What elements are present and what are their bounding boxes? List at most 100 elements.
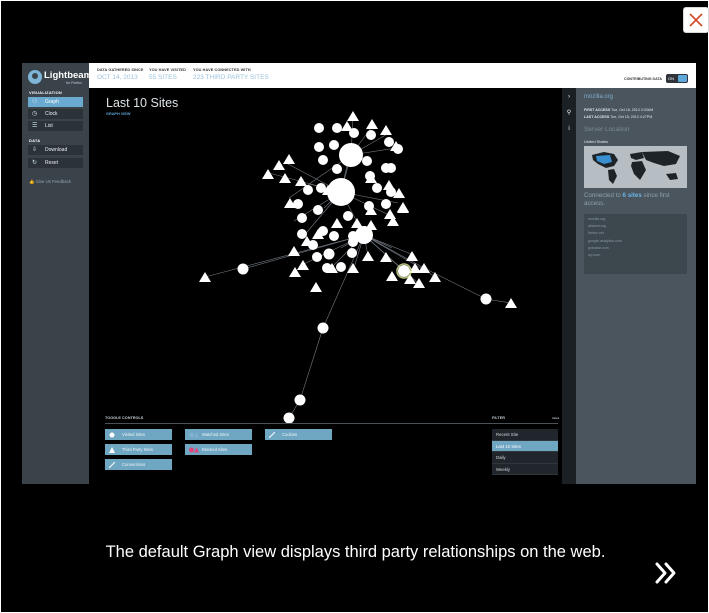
graph-node xyxy=(366,130,376,140)
graph-node xyxy=(397,203,409,213)
info-panel: › ⚲ i mozilla.org FIRST ACCESS Tue, Oct … xyxy=(562,88,696,484)
sidebar-item-graph[interactable]: ⚇ Graph xyxy=(28,97,83,107)
graph-node xyxy=(295,176,307,186)
server-country: United States xyxy=(584,139,609,144)
graph-icon: ⚇ xyxy=(32,99,38,105)
toggle-label: Watched Sites xyxy=(202,432,229,437)
graph-node xyxy=(380,252,392,262)
list-icon: ☰ xyxy=(32,123,38,129)
toggle-label: Blocked Sites xyxy=(202,447,228,452)
stat-label: YOU HAVE CONNECTED WITH xyxy=(193,68,251,72)
graph-view: Last 10 Sites GRAPH VIEW TOGGLE CONTROLS… xyxy=(89,88,562,484)
info-panel-tabs: › ⚲ i xyxy=(562,88,576,484)
toggle-connections[interactable]: Connections xyxy=(105,459,172,470)
graph-node xyxy=(429,272,441,282)
graph-node xyxy=(329,140,339,150)
graph-node xyxy=(386,271,398,281)
sidebar-item-label: List xyxy=(45,123,53,129)
stat-label: YOU HAVE VISITED xyxy=(149,68,186,72)
filter-option[interactable]: Weekly xyxy=(492,463,558,475)
toggle-label: Third Party Sites xyxy=(122,447,153,452)
graph-node xyxy=(283,412,295,424)
stats-bar: DATA GATHERED SINCE OCT 14, 2013 YOU HAV… xyxy=(89,63,696,88)
connected-summary: Connected to 6 sites since first access. xyxy=(584,192,692,208)
stat-visited: YOU HAVE VISITED 55 SITES xyxy=(149,68,186,81)
sidebar-item-clock[interactable]: ◷ Clock xyxy=(28,109,83,119)
graph-node xyxy=(237,263,249,275)
logo-text: Lightbeam xyxy=(44,70,93,81)
graph-node xyxy=(273,160,285,170)
sidebar-item-label: Reset xyxy=(45,160,59,166)
filter-heading: FILTER xyxy=(492,416,506,420)
graph-node xyxy=(343,211,353,221)
clock-icon: ◷ xyxy=(32,111,38,117)
list-item[interactable]: akamai.org xyxy=(588,224,687,228)
logo-subtext: for Firefox xyxy=(66,81,82,85)
toggle-cookies[interactable]: Cookies xyxy=(265,429,332,440)
graph-canvas[interactable] xyxy=(89,88,562,484)
graph-node xyxy=(347,263,359,273)
filter-option[interactable]: Daily xyxy=(492,452,558,464)
stat-value: 55 SITES xyxy=(149,74,177,81)
last-access-value: Tue, Oct 15, 2013 4:27PM xyxy=(610,115,653,119)
graph-node xyxy=(383,180,395,190)
first-access: FIRST ACCESS Tue, Oct 15, 2013 3:33AM xyxy=(584,108,653,112)
graph-node xyxy=(381,199,391,209)
toggle-label: ON xyxy=(668,76,674,81)
graph-node xyxy=(341,121,353,131)
graph-node xyxy=(314,142,324,152)
graph-node xyxy=(347,248,357,258)
list-item[interactable]: wp.com xyxy=(588,253,687,257)
toggle-watched-sites[interactable]: Watched Sites xyxy=(185,429,252,440)
graph-node xyxy=(332,123,342,133)
graph-node xyxy=(279,173,291,183)
graph-node xyxy=(365,220,377,230)
pin-icon[interactable]: ⚲ xyxy=(564,107,574,119)
graph-node xyxy=(362,156,372,166)
graph-node xyxy=(329,231,339,241)
last-access: LAST ACCESS Tue, Oct 15, 2013 4:27PM xyxy=(584,115,652,119)
graph-node xyxy=(366,119,378,129)
graph-node xyxy=(294,394,306,406)
toggle-label: Connections xyxy=(122,462,146,467)
graph-node xyxy=(386,163,396,173)
filter-option-selected[interactable]: Last 10 Sites xyxy=(492,440,558,452)
slide-caption: The default Graph view displays third pa… xyxy=(105,543,606,561)
graph-node xyxy=(332,164,342,174)
close-button[interactable] xyxy=(683,7,709,33)
sidebar-item-download[interactable]: ⇩ Download xyxy=(28,145,83,155)
feedback-link[interactable]: 👍 Give Us Feedback xyxy=(29,179,71,185)
filter-more[interactable]: more xyxy=(552,416,559,420)
sidebar-item-list[interactable]: ☰ List xyxy=(28,121,83,131)
list-item[interactable]: firefox.net xyxy=(588,231,687,235)
graph-node xyxy=(283,154,295,164)
page-title: Last 10 Sites xyxy=(106,96,179,110)
close-x-icon xyxy=(689,13,703,27)
filter-option[interactable]: Recent Site xyxy=(492,429,558,441)
stat-gathered: DATA GATHERED SINCE OCT 14, 2013 xyxy=(97,68,143,81)
watched-icon xyxy=(189,432,199,438)
chevron-right-icon[interactable]: › xyxy=(564,91,574,103)
toggle-visited-sites[interactable]: Visited Sites xyxy=(105,429,172,440)
graph-node xyxy=(372,183,382,193)
graph-node xyxy=(480,293,492,305)
list-item[interactable]: gravatar.com xyxy=(588,246,687,250)
contributing-data-toggle[interactable]: ON xyxy=(666,74,688,83)
first-access-label: FIRST ACCESS xyxy=(584,108,611,112)
sidebar-item-label: Clock xyxy=(45,111,58,117)
graph-node xyxy=(384,209,396,219)
graph-node xyxy=(348,237,358,247)
sidebar-item-reset[interactable]: ↻ Reset xyxy=(28,158,83,168)
line-icon xyxy=(269,432,275,438)
graph-node xyxy=(313,205,323,215)
toggle-blocked-sites[interactable]: Blocked Sites xyxy=(185,444,252,455)
toggle-third-party-sites[interactable]: Third Party Sites xyxy=(105,444,172,455)
server-location-heading: Server Location xyxy=(584,126,630,133)
list-item[interactable]: google-analytics.com xyxy=(588,239,687,243)
next-slide-button[interactable] xyxy=(652,559,680,587)
info-icon[interactable]: i xyxy=(564,123,574,135)
stat-connected: YOU HAVE CONNECTED WITH 223 THIRD PARTY … xyxy=(193,68,269,81)
graph-view-label: GRAPH VIEW xyxy=(106,112,131,116)
list-item[interactable]: mozilla.org xyxy=(588,217,687,221)
toggle-label: Visited Sites xyxy=(122,432,145,437)
